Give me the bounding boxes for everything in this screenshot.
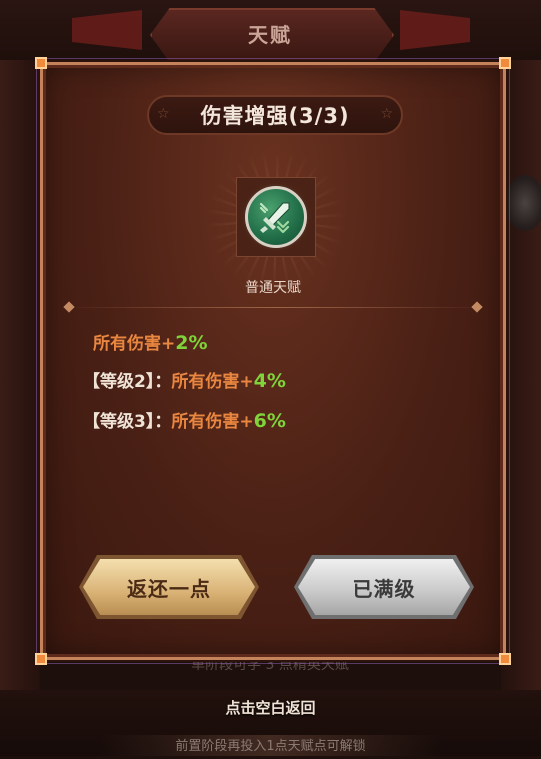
effect-level-3: 【等级3】：所有伤害+6%	[83, 407, 286, 435]
tap-blank-to-return-hint[interactable]: 点击空白返回	[0, 695, 541, 721]
effect-base-value: 2%	[175, 332, 208, 354]
unlock-requirement-hint: 前置阶段再投入1点天赋点可解锁	[100, 735, 441, 756]
talent-title-plate: ☆ ☆ 伤害增强(3/3)	[147, 95, 403, 135]
divider-diamond-icon	[63, 301, 75, 313]
effect-level-2-prefix: 【等级2】：	[83, 372, 172, 392]
window-title: 天赋	[248, 22, 292, 47]
effect-level-3-value: 6%	[253, 410, 286, 432]
section-divider	[63, 307, 489, 308]
refund-point-button[interactable]: 返还一点	[83, 559, 255, 615]
corner-gem-icon	[499, 653, 511, 665]
effect-level-3-label: 所有伤害+	[171, 412, 254, 432]
effect-level-2-label: 所有伤害+	[171, 372, 254, 392]
corner-gem-icon	[35, 653, 47, 665]
corner-gem-icon	[499, 57, 511, 69]
max-level-button[interactable]: 已满级	[298, 559, 470, 615]
corner-gem-icon	[35, 57, 47, 69]
effect-level-2: 【等级2】：所有伤害+4%	[83, 367, 286, 395]
effect-base-label: 所有伤害+	[93, 334, 176, 354]
sword-chevron-icon	[245, 186, 307, 248]
background-side-left	[0, 60, 40, 700]
divider-diamond-icon	[471, 301, 483, 313]
effect-level-3-prefix: 【等级3】：	[83, 412, 172, 432]
background-knob-icon	[505, 175, 541, 231]
effect-level-2-value: 4%	[253, 370, 286, 392]
talent-rarity-label: 普通天赋	[245, 280, 301, 296]
talent-title: 伤害增强(3/3)	[200, 104, 350, 128]
effect-base: 所有伤害+2%	[93, 329, 208, 357]
talent-detail-dialog: ☆ ☆ 伤害增强(3/3) 普通天赋 所有伤害+2% 【等级2】：所有伤害+4%…	[35, 57, 511, 665]
